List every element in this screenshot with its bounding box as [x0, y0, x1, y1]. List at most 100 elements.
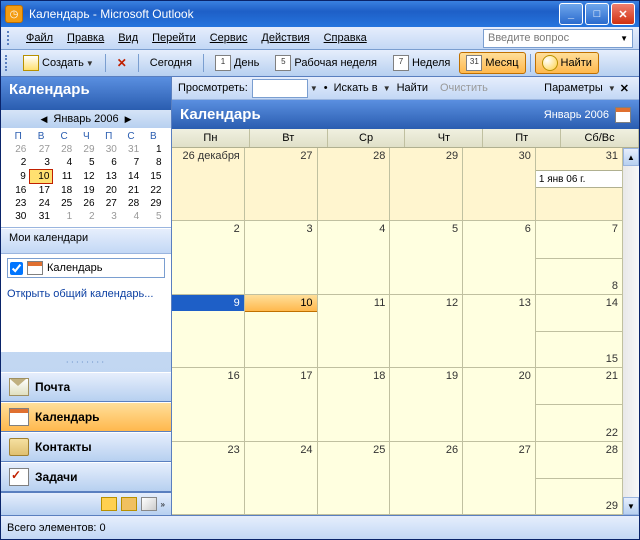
menubar: Файл Правка Вид Перейти Сервис Действия …: [1, 27, 639, 50]
scroll-up-button[interactable]: ▲: [623, 148, 639, 166]
calendar-header: Календарь Январь 2006: [172, 100, 639, 129]
month-icon: 31: [466, 55, 482, 71]
week-view-button[interactable]: 7Неделя: [386, 52, 457, 74]
calendar-checkbox[interactable]: [10, 262, 23, 275]
calendar-checkbox-item[interactable]: Календарь: [7, 258, 165, 278]
calendar-icon: [9, 408, 29, 426]
mail-icon: [9, 378, 29, 396]
day-cell: 26 декабря: [172, 148, 245, 220]
menu-actions[interactable]: Действия: [254, 30, 316, 46]
day-cell-today: 10: [245, 295, 318, 367]
day-cell-selected: 9: [172, 295, 245, 367]
day-cell: 4: [318, 221, 391, 293]
scroll-down-button[interactable]: ▼: [623, 497, 639, 515]
maximize-button[interactable]: □: [585, 3, 609, 25]
day-cell: 16: [172, 368, 245, 440]
new-icon: [23, 55, 39, 71]
today-button[interactable]: Сегодня: [143, 54, 199, 72]
calendar-title: Календарь: [180, 106, 544, 123]
nav-mail-button[interactable]: Почта: [1, 372, 171, 402]
day-cell: 18: [318, 368, 391, 440]
status-bar: Всего элементов: 0: [1, 515, 639, 539]
shortcuts-icon[interactable]: [141, 497, 157, 511]
day-cell: 19: [390, 368, 463, 440]
ask-question-input[interactable]: Введите вопрос▼: [483, 29, 633, 48]
day-view-button[interactable]: 1День: [208, 52, 266, 74]
menu-help[interactable]: Справка: [317, 30, 374, 46]
day-cell: 311 янв 06 г.: [536, 148, 623, 220]
menu-file[interactable]: Файл: [19, 30, 60, 46]
day-cell: 27: [463, 442, 536, 514]
find-bar: Просмотреть: ▼ • Искать в ▼ Найти Очисти…: [172, 77, 639, 100]
app-icon: ◷: [5, 5, 23, 23]
day-cell: 2122: [536, 368, 623, 440]
contacts-icon: [9, 438, 29, 456]
date-navigator: ◀ Январь 2006 ▶ ПВСЧПСВ 2627282930311 23…: [1, 110, 171, 228]
searchin-dropdown[interactable]: Искать в ▼: [334, 82, 391, 94]
notes-icon[interactable]: [101, 497, 117, 511]
menu-edit[interactable]: Правка: [60, 30, 111, 46]
workweek-view-button[interactable]: 5Рабочая неделя: [268, 52, 384, 74]
chevron-down-icon: ▼: [620, 34, 628, 43]
find-input[interactable]: [252, 79, 308, 98]
close-button[interactable]: ✕: [611, 3, 635, 25]
day-cell: 78: [536, 221, 623, 293]
day-cell: 23: [172, 442, 245, 514]
month-view-button[interactable]: 31Месяц: [459, 52, 525, 74]
datepicker-grid[interactable]: ПВСЧПСВ 2627282930311 2345678 9101112131…: [7, 130, 165, 223]
configure-buttons[interactable]: »: [161, 500, 165, 509]
day-icon: 1: [215, 55, 231, 71]
params-dropdown[interactable]: Параметры ▼: [544, 82, 616, 94]
next-month-button[interactable]: ▶: [119, 114, 138, 125]
toolbar: Создать▼ ✕ Сегодня 1День 5Рабочая неделя…: [1, 50, 639, 77]
menu-view[interactable]: Вид: [111, 30, 145, 46]
tasks-icon: [9, 468, 29, 486]
find-action[interactable]: Найти: [397, 82, 428, 94]
vertical-scrollbar[interactable]: ▲ ▼: [623, 148, 639, 515]
window-title: Календарь - Microsoft Outlook: [29, 7, 557, 21]
day-cell: 2829: [536, 442, 623, 514]
day-cell: 11: [318, 295, 391, 367]
chevron-down-icon[interactable]: ▼: [310, 84, 318, 93]
grip-handle[interactable]: [7, 31, 13, 45]
month-grid[interactable]: 26 декабря 27 28 29 30 311 янв 06 г. 2 3…: [172, 148, 623, 515]
delete-button[interactable]: ✕: [110, 53, 134, 73]
my-calendars-header[interactable]: Мои календари: [1, 228, 171, 254]
find-icon: [542, 55, 558, 71]
close-findbar-button[interactable]: ✕: [616, 82, 633, 95]
day-cell: 28: [318, 148, 391, 220]
menu-go[interactable]: Перейти: [145, 30, 203, 46]
day-cell: 1415: [536, 295, 623, 367]
calendar-icon: [27, 261, 43, 275]
today-cell: 10: [29, 170, 53, 184]
titlebar[interactable]: ◷ Календарь - Microsoft Outlook _ □ ✕: [1, 1, 639, 27]
nav-collapse-grip[interactable]: ∙∙∙∙∙∙∙∙: [1, 352, 171, 372]
day-cell: 26: [390, 442, 463, 514]
day-cell: 24: [245, 442, 318, 514]
day-cell: 20: [463, 368, 536, 440]
day-cell: 17: [245, 368, 318, 440]
week-icon: 7: [393, 55, 409, 71]
minimize-button[interactable]: _: [559, 3, 583, 25]
day-cell: 29: [390, 148, 463, 220]
nav-tasks-button[interactable]: Задачи: [1, 462, 171, 492]
folder-icon[interactable]: [121, 497, 137, 511]
grip-handle[interactable]: [5, 55, 11, 71]
open-shared-calendar-link[interactable]: Открыть общий календарь...: [7, 288, 165, 300]
menu-tools[interactable]: Сервис: [203, 30, 255, 46]
nav-contacts-button[interactable]: Контакты: [1, 432, 171, 462]
new-button[interactable]: Создать▼: [16, 52, 101, 74]
view-label: Просмотреть:: [178, 82, 248, 94]
day-cell: 25: [318, 442, 391, 514]
prev-month-button[interactable]: ◀: [34, 114, 53, 125]
clear-action: Очистить: [440, 82, 488, 94]
find-button[interactable]: Найти: [535, 52, 599, 74]
event-item[interactable]: 1 янв 06 г.: [536, 170, 622, 188]
day-cell: 13: [463, 295, 536, 367]
datepicker-month: Январь 2006: [53, 113, 118, 125]
day-cell: 5: [390, 221, 463, 293]
outlook-window: ◷ Календарь - Microsoft Outlook _ □ ✕ Фа…: [0, 0, 640, 540]
day-headers: ПнВтСрЧтПтСб/Вс: [172, 129, 639, 148]
nav-calendar-button[interactable]: Календарь: [1, 402, 171, 432]
calendar-icon[interactable]: [615, 107, 631, 123]
